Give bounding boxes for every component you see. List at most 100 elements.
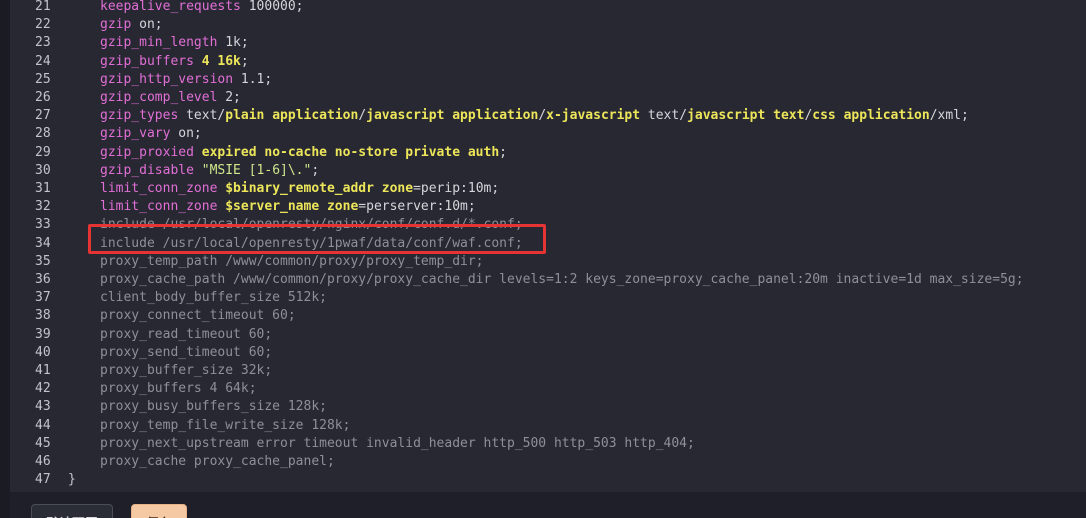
line-number: 29 <box>35 144 51 160</box>
code-line[interactable]: 44 proxy_temp_file_write_size 128k; <box>10 417 1086 435</box>
code-text: gzip_vary on; <box>100 125 202 143</box>
code-text: limit_conn_zone $server_name zone=perser… <box>100 198 476 216</box>
code-token: / <box>538 108 547 124</box>
line-number: 27 <box>35 108 51 124</box>
code-token: 1.1; <box>233 71 273 87</box>
code-token: proxy_cache proxy_cache_panel; <box>100 454 335 469</box>
code-token: client_body_buffer_size 512k; <box>100 290 327 306</box>
code-line[interactable]: 32 limit_conn_zone $server_name zone=pers… <box>10 198 1086 216</box>
code-token: limit_conn_zone <box>100 181 218 196</box>
code-token: gzip_disable <box>100 162 194 178</box>
code-token: ; <box>499 144 507 160</box>
code-line[interactable]: 29 gzip_proxied expired no-cache no-store… <box>10 144 1086 162</box>
code-line[interactable]: 43 proxy_busy_buffers_size 128k; <box>10 398 1086 416</box>
code-text: gzip_min_length 1k; <box>100 34 249 52</box>
code-line[interactable]: 25 gzip_http_version 1.1; <box>10 71 1086 89</box>
code-token: gzip <box>100 17 132 33</box>
code-text: keepalive_requests 100000; <box>100 0 304 16</box>
line-number: 21 <box>35 0 51 14</box>
code-token: ; <box>311 162 320 178</box>
code-text: gzip_disable "MSIE [1-6]\."; <box>100 162 319 180</box>
highlight-annotation-box <box>88 224 546 254</box>
save-button[interactable]: 保存 <box>131 504 188 518</box>
code-text: proxy_buffers 4 64k; <box>100 380 257 398</box>
code-token: =perip:10m; <box>413 181 500 196</box>
code-token: text/ <box>178 108 226 124</box>
code-text: client_body_buffer_size 512k; <box>100 289 327 307</box>
code-token: javascript application <box>366 108 539 124</box>
line-number: 23 <box>35 35 51 51</box>
code-token: proxy_next_upstream error timeout invali… <box>100 435 695 451</box>
code-line[interactable]: 31 limit_conn_zone $binary_remote_addr zo… <box>10 180 1086 198</box>
code-text: proxy_cache proxy_cache_panel; <box>100 453 335 471</box>
code-token: gzip_http_version <box>100 71 234 87</box>
line-number: 30 <box>35 162 51 178</box>
code-line[interactable]: 37 client_body_buffer_size 512k; <box>10 289 1086 307</box>
code-token: gzip_proxied <box>100 144 194 160</box>
default-config-button[interactable]: 默认配置 <box>31 504 114 518</box>
line-number: 35 <box>35 253 51 269</box>
code-token: =perserver:10m; <box>358 199 476 215</box>
code-text: proxy_temp_path /www/common/proxy/proxy_… <box>100 253 484 271</box>
code-line[interactable]: 38 proxy_connect_timeout 60; <box>10 307 1086 325</box>
code-line[interactable]: 41 proxy_buffer_size 32k; <box>10 362 1086 380</box>
code-line[interactable]: 42 proxy_buffers 4 64k; <box>10 380 1086 398</box>
line-number: 43 <box>35 399 51 415</box>
line-number: 24 <box>35 53 51 69</box>
code-token: gzip_min_length <box>100 35 218 51</box>
code-token: gzip_comp_level <box>100 90 218 105</box>
code-token: proxy_buffer_size 32k; <box>100 363 273 378</box>
code-line[interactable]: 23 gzip_min_length 1k; <box>10 34 1086 52</box>
code-token: expired no-cache no-store private auth <box>193 144 500 160</box>
code-line[interactable]: 27 gzip_types text/plain application /java… <box>10 107 1086 125</box>
code-line[interactable]: 35 proxy_temp_path /www/common/proxy/prox… <box>10 253 1086 271</box>
code-line[interactable]: 22 gzip on; <box>10 16 1086 34</box>
line-number: 32 <box>35 199 51 215</box>
line-number: 44 <box>35 417 51 433</box>
code-token: gzip_vary <box>100 126 171 142</box>
line-number: 38 <box>35 308 51 324</box>
line-number: 34 <box>35 235 51 251</box>
code-token: proxy_busy_buffers_size 128k; <box>100 399 327 415</box>
line-number: 28 <box>35 126 51 142</box>
code-text: gzip on; <box>100 16 163 34</box>
code-token: limit_conn_zone <box>100 199 218 215</box>
line-number: 31 <box>35 181 51 196</box>
code-text: proxy_connect_timeout 60; <box>100 307 296 325</box>
code-token: 4 16k <box>193 53 241 69</box>
code-text: } <box>68 471 76 489</box>
line-number: 39 <box>35 326 51 342</box>
code-token: css application <box>812 108 930 124</box>
line-number: 41 <box>35 363 51 378</box>
code-token: plain application <box>225 108 359 124</box>
code-line[interactable]: 24 gzip_buffers 4 16k; <box>10 53 1086 71</box>
code-text: proxy_read_timeout 60; <box>100 326 272 344</box>
code-text: gzip_comp_level 2; <box>100 89 241 107</box>
code-line[interactable]: 39 proxy_read_timeout 60; <box>10 326 1086 344</box>
code-token: proxy_buffers 4 64k; <box>100 381 257 397</box>
code-token: $server_name zone <box>217 199 359 215</box>
code-line[interactable]: 36 proxy_cache_path /www/common/proxy/pro… <box>10 271 1086 289</box>
line-number: 37 <box>35 290 51 306</box>
code-token: proxy_read_timeout 60; <box>100 326 273 342</box>
code-text: proxy_buffer_size 32k; <box>100 362 272 380</box>
code-token: "MSIE [1-6]\." <box>193 162 312 178</box>
code-line[interactable]: 46 proxy_cache proxy_cache_panel; <box>10 453 1086 471</box>
code-text: limit_conn_zone $binary_remote_addr zone… <box>100 180 499 198</box>
code-token: gzip_types <box>100 108 179 124</box>
code-token: 1k; <box>217 35 249 51</box>
code-text: proxy_busy_buffers_size 128k; <box>100 398 327 416</box>
code-text: proxy_cache_path /www/common/proxy/proxy… <box>100 271 1024 289</box>
code-line[interactable]: 28 gzip_vary on; <box>10 125 1086 143</box>
line-number: 36 <box>35 272 51 287</box>
code-line[interactable]: 40 proxy_send_timeout 60; <box>10 344 1086 362</box>
code-token: keepalive_requests <box>100 0 241 14</box>
code-text: proxy_next_upstream error timeout invali… <box>100 435 695 453</box>
code-line[interactable]: 45 proxy_next_upstream error timeout inva… <box>10 435 1086 453</box>
line-number: 45 <box>35 435 51 451</box>
code-line[interactable]: 47} <box>10 471 1086 489</box>
code-line[interactable]: 21 keepalive_requests 100000; <box>10 0 1086 16</box>
code-token: /xml; <box>929 108 969 124</box>
code-line[interactable]: 26 gzip_comp_level 2; <box>10 89 1086 107</box>
code-line[interactable]: 30 gzip_disable "MSIE [1-6]\."; <box>10 162 1086 180</box>
